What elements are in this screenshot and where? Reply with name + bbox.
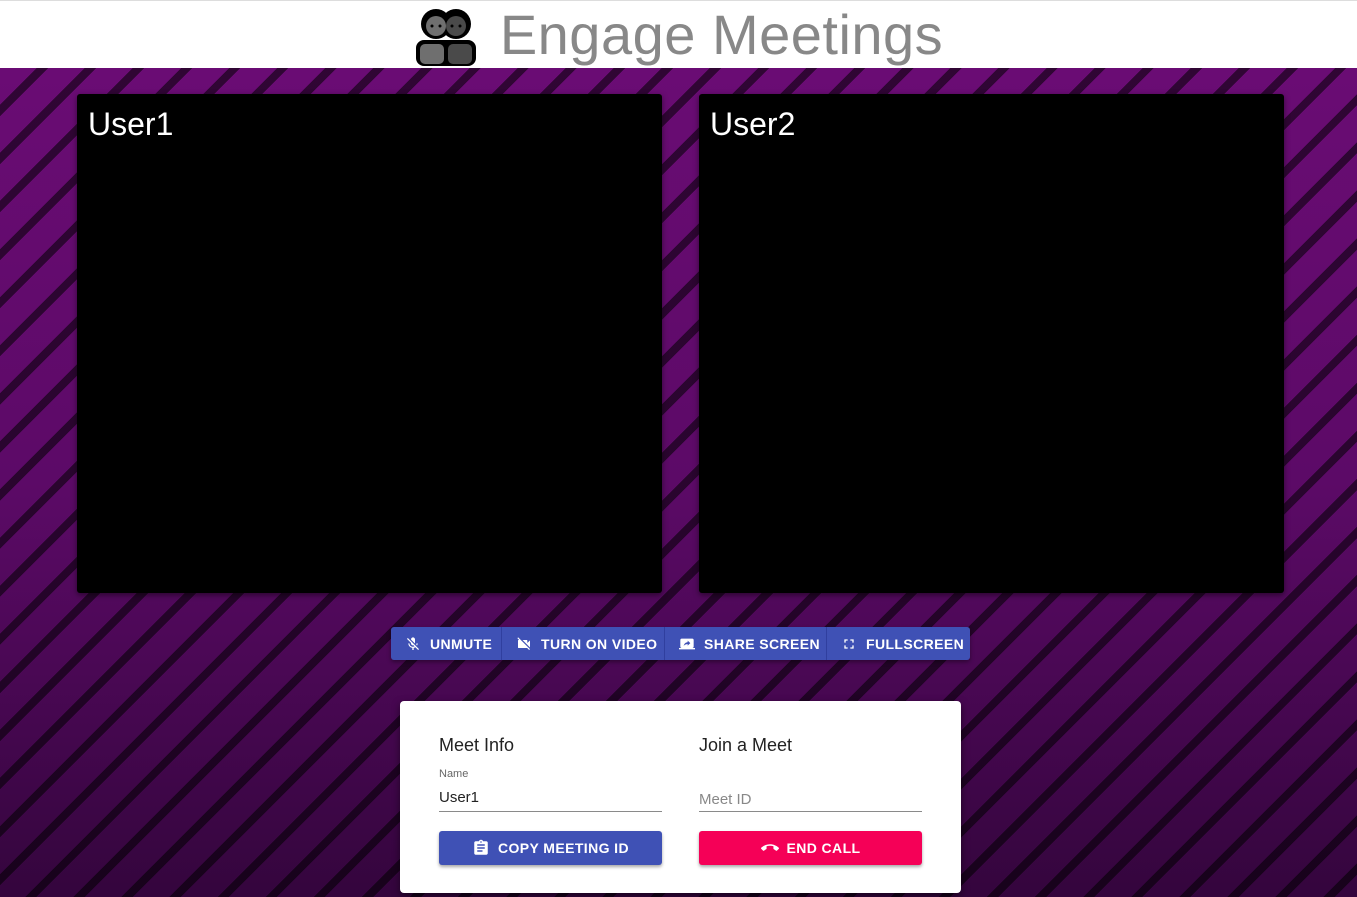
video-tile-user1[interactable]: User1 [77, 94, 662, 593]
call-controls: UNMUTE TURN ON VIDEO SHARE SCREEN FULLSC… [391, 627, 970, 660]
join-meet-heading: Join a Meet [699, 735, 793, 755]
video-label: User1 [88, 106, 174, 142]
app-header: Engage Meetings [0, 0, 1357, 68]
copy-meeting-id-button[interactable]: COPY MEETING ID [439, 831, 662, 865]
video-label-text: TURN ON VIDEO [541, 635, 658, 652]
name-field-value[interactable]: User1 [439, 789, 479, 806]
name-field-label: Name [439, 768, 469, 780]
name-field[interactable]: User1 [439, 784, 662, 812]
mic-off-icon [407, 636, 419, 650]
end-call-button[interactable]: END CALL [699, 831, 922, 865]
meet-id-field[interactable] [699, 784, 922, 812]
app-title: Engage Meetings [499, 3, 944, 66]
fullscreen-button[interactable]: FULLSCREEN [827, 627, 970, 660]
meet-id-input[interactable] [699, 788, 922, 810]
screen-share-icon [679, 638, 695, 649]
turn-on-video-button[interactable]: TURN ON VIDEO [502, 627, 665, 660]
unmute-label: UNMUTE [430, 635, 493, 652]
fullscreen-icon [844, 638, 854, 649]
two-people-icon [415, 8, 476, 66]
unmute-button[interactable]: UNMUTE [391, 627, 502, 660]
meet-info-heading: Meet Info [439, 735, 515, 755]
video-label: User2 [710, 106, 796, 142]
clipboard-icon [474, 839, 488, 855]
copy-meeting-id-label: COPY MEETING ID [498, 840, 629, 856]
meeting-stage: User1 User2 UNMUTE TURN ON VIDEO SHARE S… [0, 68, 1357, 897]
phone-hangup-icon [760, 844, 779, 851]
meet-panel: Meet Info Name User1 COPY MEETING ID Joi… [400, 701, 961, 893]
video-tile-user2[interactable]: User2 [699, 94, 1284, 593]
videocam-off-icon [517, 636, 530, 650]
share-screen-button[interactable]: SHARE SCREEN [665, 627, 827, 660]
end-call-label: END CALL [786, 840, 861, 856]
share-screen-label: SHARE SCREEN [704, 635, 821, 652]
fullscreen-label: FULLSCREEN [866, 635, 965, 652]
